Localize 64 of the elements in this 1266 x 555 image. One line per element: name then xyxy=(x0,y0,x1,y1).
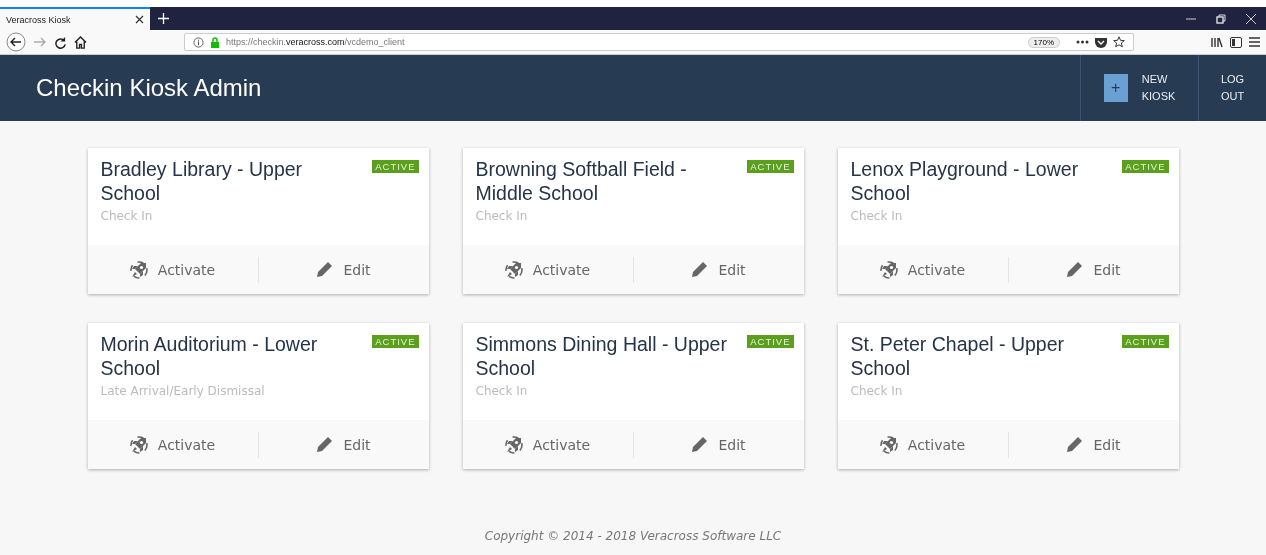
status-badge: ACTIVE xyxy=(1122,335,1169,348)
more-icon[interactable] xyxy=(1076,40,1089,44)
kiosk-type: Check In xyxy=(475,209,529,223)
rocket-icon xyxy=(879,435,898,454)
pencil-icon xyxy=(691,436,709,453)
pencil-icon xyxy=(691,261,709,278)
edit-button[interactable]: Edit xyxy=(1007,431,1179,458)
kiosk-name: Bradley Library - Upper School xyxy=(100,157,304,205)
edit-button[interactable]: Edit xyxy=(632,431,804,458)
url-text: https://checkin.veracross.com/vcdemo_client xyxy=(226,37,405,47)
kiosk-name: Lenox Playground - Lower School xyxy=(850,157,1080,205)
logout-button[interactable]: LOG OUT xyxy=(1198,55,1266,121)
kiosk-name: Simmons Dining Hall - Upper School xyxy=(475,332,728,380)
status-badge: ACTIVE xyxy=(372,335,419,348)
star-icon[interactable] xyxy=(1113,36,1125,48)
pencil-icon xyxy=(316,436,334,453)
pencil-icon xyxy=(1066,436,1084,453)
app-title: Checkin Kiosk Admin xyxy=(36,74,262,102)
pocket-icon[interactable] xyxy=(1095,36,1107,48)
activate-button[interactable]: Activate xyxy=(837,256,1008,283)
new-tab-icon[interactable] xyxy=(158,13,169,24)
status-badge: ACTIVE xyxy=(747,335,794,348)
address-bar[interactable]: https://checkin.veracross.com/vcdemo_client 170% xyxy=(184,33,1134,51)
activate-button[interactable]: Activate xyxy=(837,431,1008,458)
pencil-icon xyxy=(1066,261,1084,278)
rocket-icon xyxy=(129,435,148,454)
rocket-icon xyxy=(879,260,898,279)
activate-button[interactable]: Activate xyxy=(462,256,633,283)
kiosk-name: Morin Auditorium - Lower School xyxy=(100,332,319,380)
edit-button[interactable]: Edit xyxy=(1007,256,1179,283)
edit-button[interactable]: Edit xyxy=(257,431,429,458)
new-kiosk-button[interactable]: + NEW KIOSK xyxy=(1080,55,1198,121)
menu-icon[interactable] xyxy=(1249,37,1260,47)
kiosk-type: Check In xyxy=(850,209,904,223)
kiosk-name: Browning Softball Field - Middle School xyxy=(475,157,688,205)
library-icon[interactable] xyxy=(1211,36,1223,48)
restore-icon[interactable] xyxy=(1216,13,1226,24)
close-icon[interactable] xyxy=(135,15,144,24)
zoom-badge[interactable]: 170% xyxy=(1027,36,1060,48)
rocket-icon xyxy=(129,260,148,279)
activate-button[interactable]: Activate xyxy=(462,431,633,458)
status-badge: ACTIVE xyxy=(1122,160,1169,173)
browser-tab[interactable]: Veracross Kiosk xyxy=(0,7,150,30)
kiosk-type: Late Arrival/Early Dismissal xyxy=(100,384,266,398)
copyright-text: Copyright © 2014 - 2018 Veracross Software LLC xyxy=(484,529,782,543)
info-icon[interactable] xyxy=(193,36,204,48)
rocket-icon xyxy=(504,260,523,279)
activate-button[interactable]: Activate xyxy=(87,431,258,458)
kiosk-type: Check In xyxy=(850,384,904,398)
status-badge: ACTIVE xyxy=(747,160,794,173)
home-icon[interactable] xyxy=(74,35,87,49)
edit-button[interactable]: Edit xyxy=(632,256,804,283)
kiosk-name: St. Peter Chapel - Upper School xyxy=(850,332,1066,380)
rocket-icon xyxy=(504,435,523,454)
back-icon[interactable] xyxy=(6,32,26,52)
activate-button[interactable]: Activate xyxy=(87,256,258,283)
pencil-icon xyxy=(316,261,334,278)
sidebar-icon[interactable] xyxy=(1230,36,1242,48)
reload-icon[interactable] xyxy=(54,35,67,49)
status-badge: ACTIVE xyxy=(372,160,419,173)
lock-icon xyxy=(210,36,220,48)
edit-button[interactable]: Edit xyxy=(257,256,429,283)
kiosk-type: Check In xyxy=(100,209,154,223)
kiosk-type: Check In xyxy=(475,384,529,398)
